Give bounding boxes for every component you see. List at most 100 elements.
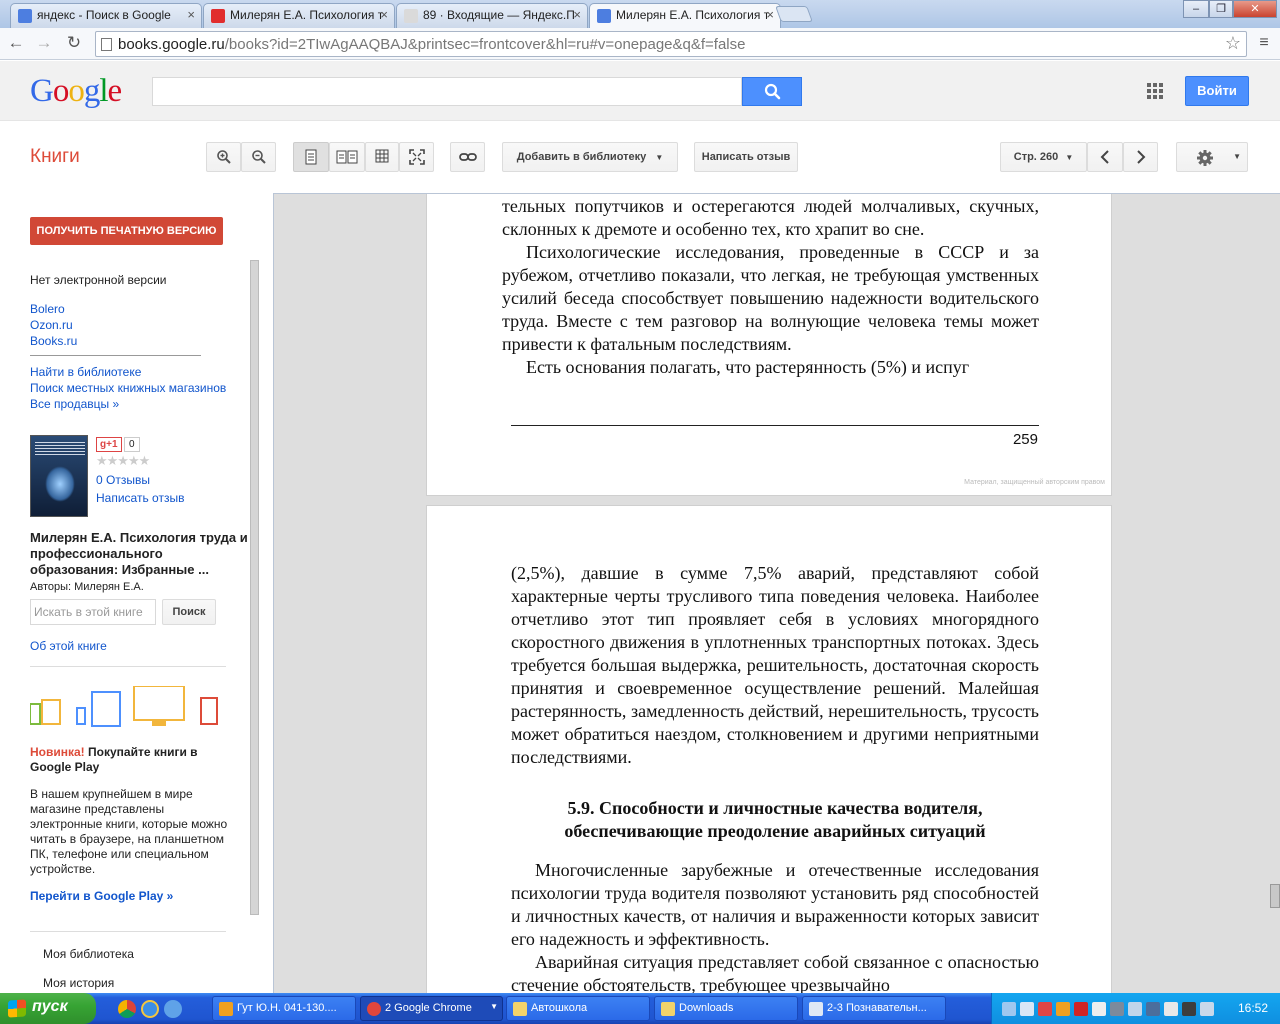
seller-link-bolero[interactable]: Bolero xyxy=(30,302,65,316)
group-arrow-icon: ▼ xyxy=(490,1002,498,1011)
books-section-title[interactable]: Книги xyxy=(30,146,80,168)
menu-wrench-icon[interactable]: ≡ xyxy=(1252,32,1276,56)
get-print-version-button[interactable]: ПОЛУЧИТЬ ПЕЧАТНУЮ ВЕРСИЮ xyxy=(30,217,223,245)
find-in-library-link[interactable]: Найти в библиотеке xyxy=(30,365,141,379)
all-sellers-link[interactable]: Все продавцы » xyxy=(30,397,119,411)
start-button[interactable]: пуск xyxy=(0,993,96,1024)
tray-app-icon[interactable] xyxy=(1146,1002,1160,1016)
google-logo[interactable]: Google xyxy=(30,73,122,110)
taskbar-item-2[interactable]: Автошкола xyxy=(506,996,650,1021)
tray-monitor-icon[interactable] xyxy=(1128,1002,1142,1016)
write-review-link[interactable]: Написать отзыв xyxy=(96,491,184,505)
task-label: 2-3 Познавательн... xyxy=(827,1002,927,1014)
new-tab-button[interactable] xyxy=(775,6,813,22)
next-page-button[interactable] xyxy=(1123,142,1158,172)
tray-app-icon[interactable] xyxy=(1182,1002,1196,1016)
tray-antivirus-icon[interactable] xyxy=(1038,1002,1052,1016)
url-host: books.google.ru xyxy=(118,36,225,53)
tray-update-icon[interactable] xyxy=(1056,1002,1070,1016)
browser-tab-2[interactable]: 89 · Входящие — Яндекс.П × xyxy=(396,3,588,28)
sidebar-scrollbar[interactable] xyxy=(250,260,259,915)
taskbar-item-1[interactable]: 2 Google Chrome ▼ xyxy=(360,996,503,1021)
google-play-devices-icon xyxy=(30,686,218,727)
reload-icon[interactable]: ↻ xyxy=(62,32,86,56)
tray-network-icon[interactable] xyxy=(1002,1002,1016,1016)
google-header: Google Войти xyxy=(0,61,1280,121)
reviews-link[interactable]: 0 Отзывы xyxy=(96,473,150,487)
dropdown-arrow-icon: ▼ xyxy=(1065,153,1074,162)
windows-flag-icon xyxy=(8,999,26,1018)
page-icon xyxy=(101,38,112,51)
search-in-book-button[interactable]: Поиск xyxy=(162,599,216,625)
google-search-button[interactable] xyxy=(742,77,802,106)
gplus-one-button[interactable]: g+1 xyxy=(96,437,122,452)
write-review-button[interactable]: Написать отзыв xyxy=(694,142,798,172)
task-label: 2 Google Chrome xyxy=(385,1002,472,1014)
close-tab-icon[interactable]: × xyxy=(573,7,581,22)
tray-keyboard-icon[interactable] xyxy=(1092,1002,1106,1016)
zoom-in-button[interactable] xyxy=(206,142,241,172)
tray-volume-icon[interactable] xyxy=(1164,1002,1178,1016)
minimize-button[interactable]: – xyxy=(1183,0,1209,18)
local-stores-link[interactable]: Поиск местных книжных магазинов xyxy=(30,381,226,395)
tray-app-icon[interactable] xyxy=(1074,1002,1088,1016)
google-search-input[interactable] xyxy=(152,77,742,106)
page-260-paragraph-2: Многочисленные зарубежные и отечественны… xyxy=(511,860,1039,949)
task-label: Downloads xyxy=(679,1002,734,1014)
gear-icon xyxy=(1197,150,1213,166)
viewer-scrollbar-thumb[interactable] xyxy=(1270,884,1280,908)
add-to-library-label: Добавить в библиотеку xyxy=(516,151,647,163)
bookmark-star-icon[interactable]: ☆ xyxy=(1225,33,1241,54)
back-arrow-icon[interactable]: ← xyxy=(4,32,28,56)
divider xyxy=(30,355,201,356)
browser-quicklaunch-icon[interactable] xyxy=(164,1000,182,1018)
settings-button[interactable]: ▼ xyxy=(1176,142,1248,172)
taskbar-item-0[interactable]: Гут Ю.Н. 041-130.... xyxy=(212,996,356,1021)
address-bar[interactable]: books.google.ru/books?id=2TIwAgAAQBAJ&pr… xyxy=(95,31,1247,57)
previous-page-button[interactable] xyxy=(1087,142,1123,172)
browser-tab-3-active[interactable]: Милерян Е.А. Психология т × xyxy=(589,3,781,29)
single-page-view-button[interactable] xyxy=(293,142,329,172)
page-number-label: Стр. 260 xyxy=(1013,151,1059,163)
seller-link-books[interactable]: Books.ru xyxy=(30,334,77,348)
sign-in-button[interactable]: Войти xyxy=(1185,76,1249,106)
link-button[interactable] xyxy=(450,142,485,172)
two-page-view-button[interactable] xyxy=(329,142,365,172)
browser-tab-1[interactable]: Милерян Е.А. Психология т × xyxy=(203,3,395,28)
yandex-favicon-icon xyxy=(211,9,225,23)
browser-tab-bar: яндекс - Поиск в Google × Милерян Е.А. П… xyxy=(0,0,1280,29)
close-window-button[interactable]: ✕ xyxy=(1233,0,1277,18)
tray-drive-icon[interactable] xyxy=(1020,1002,1034,1016)
my-history-link[interactable]: Моя история xyxy=(43,976,114,990)
zoom-out-button[interactable] xyxy=(241,142,276,172)
search-in-book-input[interactable]: Искать в этой книге xyxy=(30,599,156,625)
seller-link-ozon[interactable]: Ozon.ru xyxy=(30,318,73,332)
apps-grid-icon[interactable] xyxy=(1147,83,1163,99)
book-cover-thumbnail[interactable] xyxy=(30,435,88,517)
search-icon xyxy=(764,83,781,100)
taskbar-item-3[interactable]: Downloads xyxy=(654,996,798,1021)
about-book-link[interactable]: Об этой книге xyxy=(30,639,107,653)
gplus-count: 0 xyxy=(124,437,140,452)
close-tab-icon[interactable]: × xyxy=(187,7,195,22)
page-select-button[interactable]: Стр. 260 ▼ xyxy=(1000,142,1087,172)
tray-app-icon[interactable] xyxy=(1200,1002,1214,1016)
rating-stars[interactable]: ★★★★★ xyxy=(96,453,150,469)
chrome-quicklaunch-icon[interactable] xyxy=(118,1000,136,1018)
close-tab-icon[interactable]: × xyxy=(380,7,388,22)
go-to-google-play-link[interactable]: Перейти в Google Play » xyxy=(30,889,173,903)
taskbar-item-4[interactable]: 2-3 Познавательн... xyxy=(802,996,946,1021)
close-tab-icon[interactable]: × xyxy=(766,7,774,22)
tray-app-icon[interactable] xyxy=(1110,1002,1124,1016)
maximize-button[interactable]: ❐ xyxy=(1209,0,1233,18)
add-to-library-button[interactable]: Добавить в библиотеку ▼ xyxy=(502,142,678,172)
forward-arrow-icon[interactable]: → xyxy=(32,32,56,56)
dropdown-arrow-icon: ▼ xyxy=(655,153,664,162)
book-page-viewer[interactable]: тельных попутчиков и остерегаются людей … xyxy=(273,193,1280,993)
ie-quicklaunch-icon[interactable] xyxy=(141,1000,159,1018)
clock: 16:52 xyxy=(1237,1001,1268,1015)
browser-tab-0[interactable]: яндекс - Поиск в Google × xyxy=(10,3,202,28)
thumbnail-view-button[interactable] xyxy=(365,142,399,172)
fullscreen-button[interactable] xyxy=(399,142,434,172)
my-library-link[interactable]: Моя библиотека xyxy=(43,947,134,961)
